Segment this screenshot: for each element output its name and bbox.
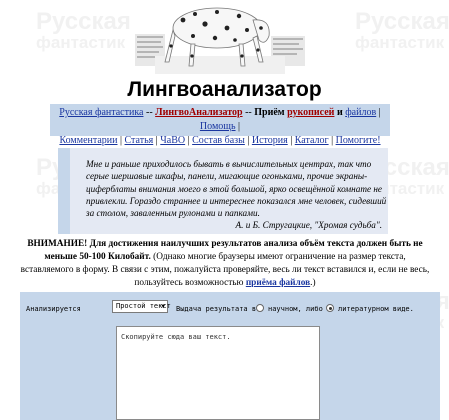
nav-separator: | bbox=[376, 107, 381, 118]
nav-link-article[interactable]: Статья bbox=[125, 135, 154, 146]
nav-link-help[interactable]: Помощь bbox=[200, 121, 236, 132]
quote-accent-bar bbox=[58, 148, 70, 234]
file-upload-link[interactable]: приёма файлов bbox=[246, 278, 310, 288]
epigraph-quote: Мне и раньше приходилось бывать в вычисл… bbox=[58, 148, 388, 234]
watermark: Русскаяфантастик bbox=[36, 8, 131, 52]
warning-notice: ВНИМАНИЕ! Для достижения наилучших резул… bbox=[20, 238, 430, 290]
scientific-radio-label: научном, либо bbox=[268, 305, 323, 313]
nav-separator: -- bbox=[242, 107, 255, 118]
output-label: Выдача результата в bbox=[176, 305, 257, 313]
nav-link-comments[interactable]: Комментарии bbox=[59, 135, 117, 146]
literary-radio[interactable] bbox=[326, 304, 334, 312]
nav-text-reception: Приём bbox=[254, 107, 288, 118]
quote-signature: А. и Б. Стругацкие, "Хромая судьба". bbox=[235, 220, 382, 231]
text-type-select[interactable]: Простой текст ▼ bbox=[112, 300, 171, 313]
analyze-label: Анализируется bbox=[26, 305, 81, 313]
nav-link-catalog[interactable]: Каталог bbox=[295, 135, 329, 146]
warning-text-end: .) bbox=[310, 278, 316, 288]
quote-text: Мне и раньше приходилось бывать в вычисл… bbox=[86, 159, 387, 219]
text-input-area[interactable]: Скопируйте сюда ваш текст. bbox=[116, 326, 320, 420]
nav-separator: | bbox=[244, 135, 252, 146]
nav-separator: | bbox=[117, 135, 125, 146]
literary-radio-label: литературном виде. bbox=[338, 305, 414, 313]
nav-link-history[interactable]: История bbox=[252, 135, 288, 146]
nav-text-and: и bbox=[334, 107, 346, 118]
nav-bar: Русская фантастика -- ЛингвоАнализатор -… bbox=[50, 104, 390, 146]
nav-link-faq[interactable]: ЧаВО bbox=[160, 135, 185, 146]
scientific-radio[interactable] bbox=[256, 304, 264, 312]
analysis-form: Анализируется Простой текст ▼ Выдача рез… bbox=[20, 292, 440, 420]
nav-separator: | bbox=[287, 135, 295, 146]
nav-link-manuscripts[interactable]: рукописей bbox=[287, 107, 334, 118]
nav-link-russian-fantasy[interactable]: Русская фантастика bbox=[59, 107, 143, 118]
nav-link-help-us[interactable]: Помогите! bbox=[336, 135, 381, 146]
nav-link-database[interactable]: Состав базы bbox=[192, 135, 245, 146]
chevron-down-icon: ▼ bbox=[161, 303, 165, 310]
nav-link-files[interactable]: файлов bbox=[345, 107, 376, 118]
nav-separator: | bbox=[235, 121, 241, 132]
nav-link-linguo-analyzer[interactable]: ЛингвоАнализатор bbox=[155, 107, 242, 118]
nav-separator: | bbox=[328, 135, 336, 146]
nav-separator: -- bbox=[143, 107, 156, 118]
page-title: Лингвоанализатор bbox=[127, 78, 322, 101]
watermark: Русскаяфантастик bbox=[355, 8, 449, 52]
dalmatian-dog-illustration bbox=[135, 7, 305, 74]
